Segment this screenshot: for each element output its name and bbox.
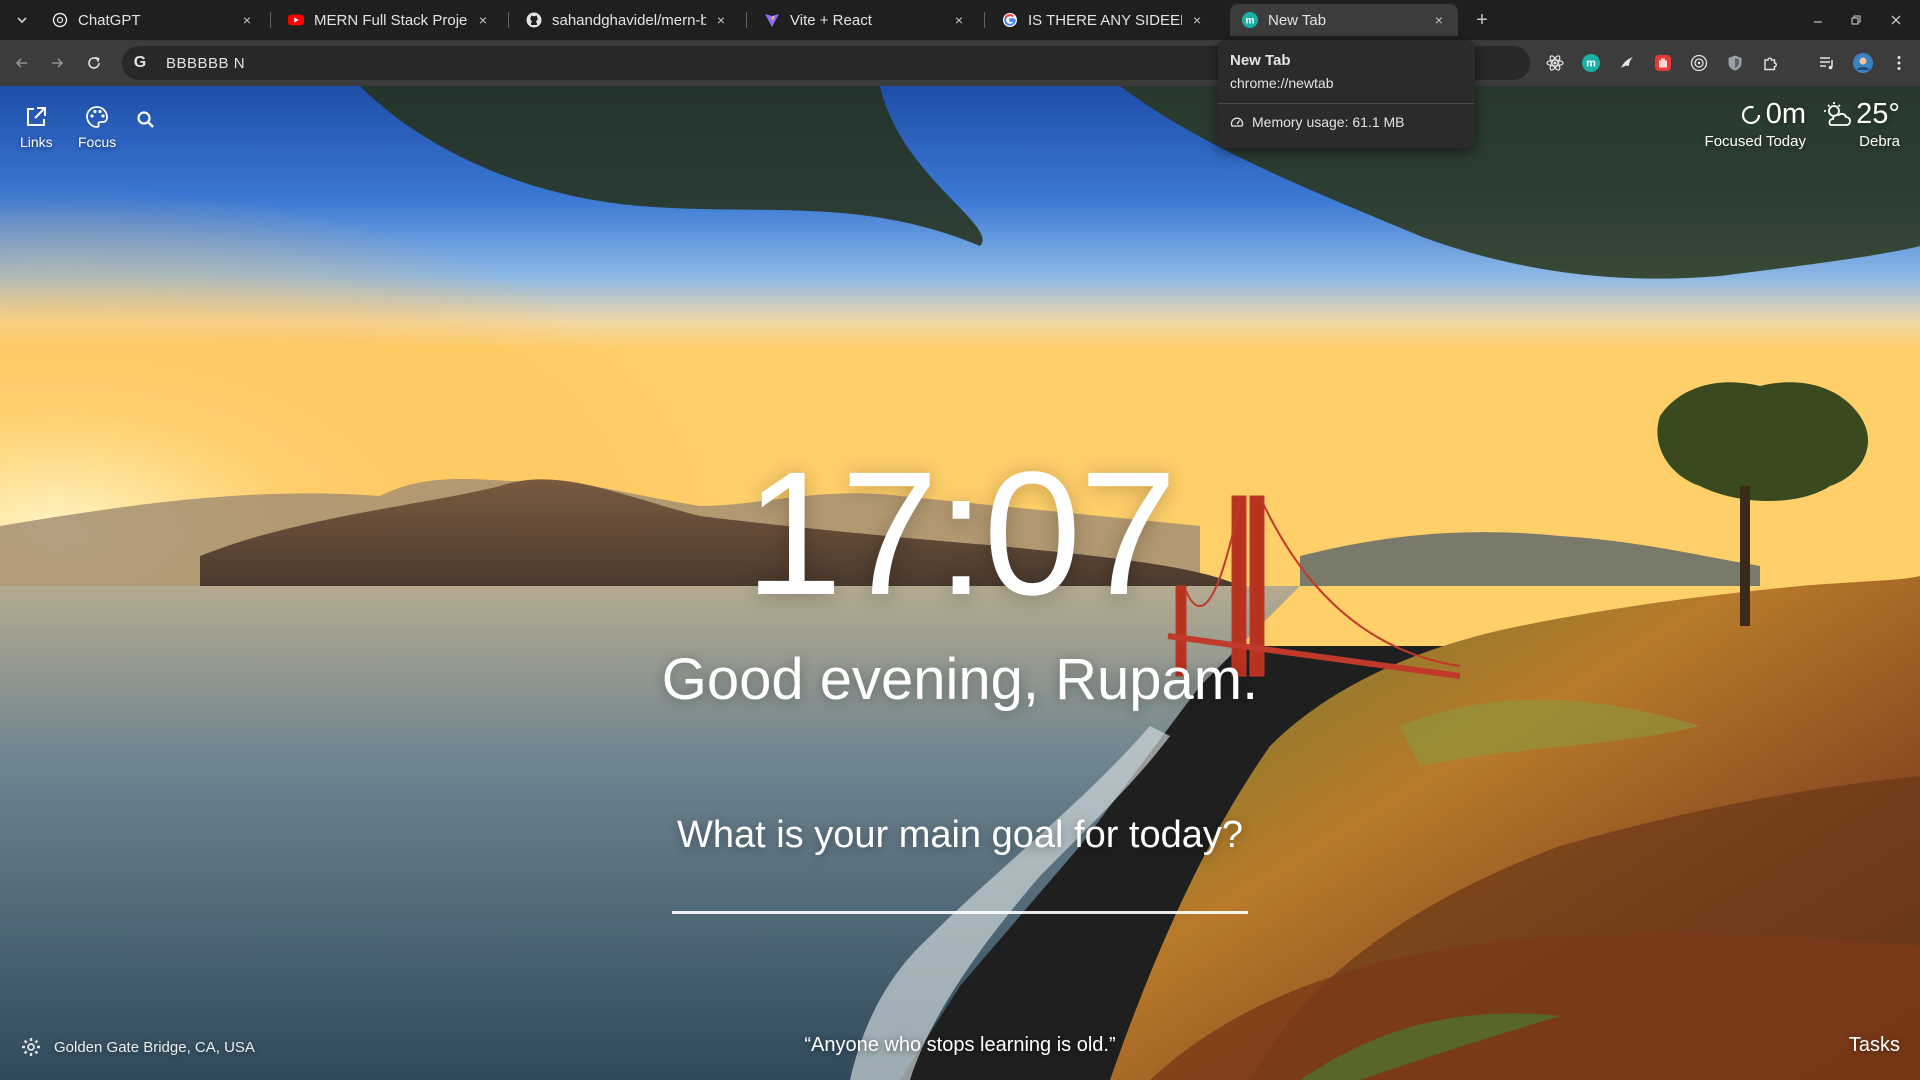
weather-widget[interactable]: 25° Debra	[1816, 98, 1900, 150]
tab-separator	[746, 12, 747, 28]
tab-close-button[interactable]: ×	[238, 11, 256, 29]
profile-avatar[interactable]	[1852, 52, 1874, 74]
tab-hover-card: New Tab chrome://newtab Memory usage: 61…	[1218, 40, 1475, 148]
tab-title: New Tab	[1268, 11, 1327, 29]
extension-shield[interactable]	[1724, 52, 1746, 74]
extensions-button[interactable]	[1760, 52, 1782, 74]
tab-close-button[interactable]: ×	[950, 11, 968, 29]
extension-atom[interactable]	[1544, 52, 1566, 74]
links-label: Links	[20, 134, 53, 150]
svg-text:m: m	[1246, 16, 1255, 27]
hover-card-memory: Memory usage: 61.1 MB	[1230, 114, 1463, 130]
tab-separator	[984, 12, 985, 28]
tasks-button[interactable]: Tasks	[1800, 1034, 1900, 1057]
arrow-right-icon	[52, 58, 64, 68]
hover-card-divider	[1218, 103, 1475, 104]
chatgpt-icon	[52, 12, 68, 28]
tab-close-button[interactable]: ×	[712, 11, 730, 29]
restore-icon	[1851, 15, 1861, 25]
shield-icon	[1728, 55, 1742, 71]
partly-cloudy-icon	[1824, 101, 1852, 126]
bird-icon	[1621, 57, 1633, 68]
extension-dark-reader[interactable]	[1616, 52, 1638, 74]
tab-close-button[interactable]: ×	[1430, 11, 1448, 29]
arrow-left-icon	[15, 58, 27, 68]
kebab-menu-icon	[1897, 56, 1901, 70]
tab-close-button[interactable]: ×	[1188, 11, 1206, 29]
address-text: BBBBBB N	[166, 54, 246, 72]
tab-search-button[interactable]	[10, 8, 34, 32]
external-link-icon	[27, 107, 47, 126]
greeting: Good evening, Rupam.	[661, 647, 1259, 712]
restore-button[interactable]	[1844, 8, 1868, 32]
playlist-icon	[1820, 57, 1833, 70]
tab-strip: ChatGPT × MERN Full Stack Project × saha…	[0, 0, 1920, 40]
focus-today-widget[interactable]: 0m Focused Today	[1704, 98, 1806, 150]
back-button[interactable]	[10, 51, 34, 75]
tab-close-button[interactable]: ×	[474, 11, 492, 29]
new-tab-button[interactable]: +	[1470, 8, 1494, 32]
tab-title: IS THERE ANY SIDEEFFEC	[1028, 11, 1182, 29]
tab-title: sahandghavidel/mern-bl	[552, 11, 706, 29]
clock: 17:07	[744, 436, 1177, 632]
tab-chatgpt[interactable]: ChatGPT ×	[40, 4, 266, 36]
weather-temp: 25°	[1856, 98, 1900, 130]
memory-usage-text: Memory usage: 61.1 MB	[1252, 114, 1405, 130]
minimize-icon	[1814, 21, 1822, 23]
youtube-icon	[288, 12, 304, 28]
tab-google-search[interactable]: IS THERE ANY SIDEEFFEC ×	[990, 4, 1216, 36]
hand-icon	[1655, 55, 1671, 71]
focus-today-label: Focused Today	[1704, 133, 1806, 150]
tab-title: ChatGPT	[78, 11, 141, 29]
main-goal-input[interactable]	[672, 866, 1248, 914]
google-g-icon: G	[133, 54, 147, 71]
links-button[interactable]: Links	[20, 104, 53, 150]
extension-target[interactable]	[1688, 52, 1710, 74]
close-window-button[interactable]	[1884, 8, 1908, 32]
tab-youtube[interactable]: MERN Full Stack Project ×	[276, 4, 502, 36]
media-controls-button[interactable]	[1816, 52, 1838, 74]
hover-card-url: chrome://newtab	[1230, 75, 1334, 91]
close-icon	[1891, 15, 1901, 25]
quote[interactable]: “Anyone who stops learning is old.”	[0, 1034, 1920, 1057]
google-icon	[1002, 12, 1018, 28]
atom-icon	[1546, 55, 1564, 71]
puzzle-icon	[1764, 57, 1777, 71]
palette-icon	[86, 106, 108, 128]
tab-separator	[508, 12, 509, 28]
svg-text:m: m	[1586, 58, 1596, 70]
search-icon	[137, 111, 154, 128]
vite-icon	[764, 12, 780, 28]
browser-toolbar: G BBBBBB N m	[0, 40, 1920, 86]
new-tab-page: Links Focus 0m Focused Today 25° Debra 1…	[0, 86, 1920, 1080]
minimize-button[interactable]	[1806, 8, 1830, 32]
target-icon	[1690, 54, 1708, 72]
focus-time: 0m	[1765, 98, 1806, 130]
github-icon	[526, 12, 542, 28]
focus-button[interactable]: Focus	[78, 104, 116, 150]
avatar-icon	[1853, 53, 1873, 73]
forward-button[interactable]	[45, 51, 69, 75]
tab-separator	[270, 12, 271, 28]
tab-github[interactable]: sahandghavidel/mern-bl ×	[514, 4, 740, 36]
hover-card-title: New Tab	[1230, 52, 1291, 69]
search-button[interactable]	[136, 110, 156, 130]
momentum-icon: m	[1242, 12, 1258, 28]
chevron-down-icon	[17, 17, 27, 24]
weather-location: Debra	[1859, 133, 1900, 150]
tab-new-tab[interactable]: m New Tab ×	[1230, 4, 1458, 36]
reload-button[interactable]	[82, 51, 106, 75]
focus-label: Focus	[78, 134, 117, 150]
main-goal-question: What is your main goal for today?	[676, 814, 1244, 856]
extension-momentum[interactable]: m	[1580, 52, 1602, 74]
browser-menu-button[interactable]	[1888, 52, 1910, 74]
extension-red[interactable]	[1652, 52, 1674, 74]
tab-vite[interactable]: Vite + React ×	[752, 4, 978, 36]
momentum-icon: m	[1582, 54, 1600, 72]
reload-icon	[88, 57, 100, 69]
focus-progress-icon	[1741, 105, 1760, 124]
tab-title: MERN Full Stack Project	[314, 11, 468, 29]
memory-gauge-icon	[1230, 115, 1244, 129]
tab-title: Vite + React	[790, 11, 872, 29]
